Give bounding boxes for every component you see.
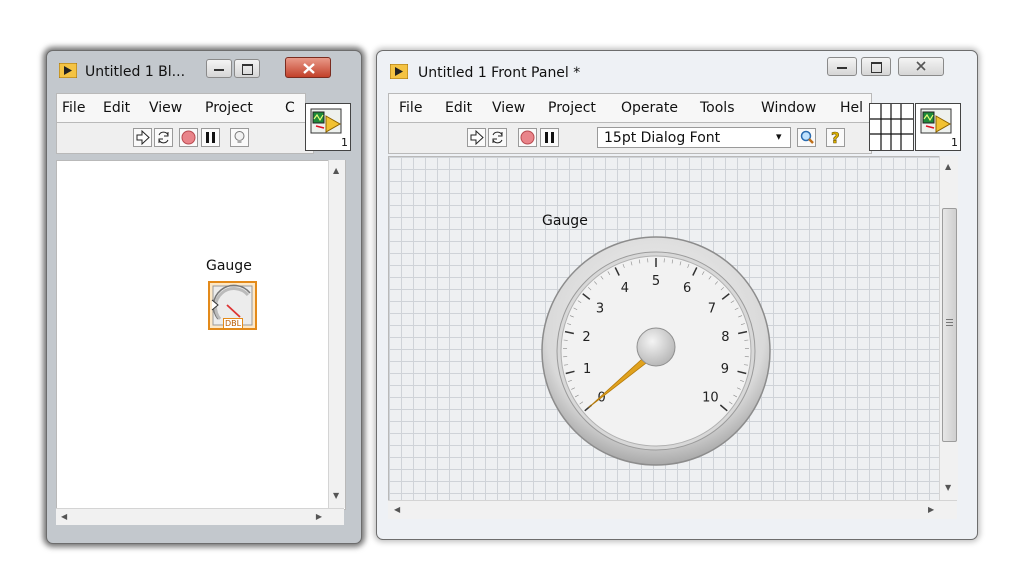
gauge-tick-label: 1 [583, 362, 591, 377]
gauge-tick-label: 10 [702, 391, 719, 406]
search-icon [800, 130, 814, 144]
run-continuously-icon [492, 131, 503, 144]
gauge-control[interactable]: 01234 5 678910 [539, 234, 773, 468]
menu-view[interactable]: View [149, 100, 182, 116]
scroll-left-arrow[interactable]: ◀ [394, 505, 400, 514]
vertical-scrollbar[interactable]: ▲ ▼ [328, 160, 345, 508]
gauge-tick-label: 5 [652, 274, 660, 289]
minimize-button[interactable] [827, 57, 857, 76]
scroll-right-arrow[interactable]: ▶ [928, 505, 934, 514]
connector-pane-grid-icon [870, 104, 913, 150]
run-continuously-button[interactable] [488, 128, 507, 147]
front-panel-window: Untitled 1 Front Panel * File Edit View … [376, 50, 978, 540]
run-arrow-icon [136, 129, 150, 146]
run-continuously-icon [158, 131, 169, 144]
minimize-button[interactable] [206, 59, 232, 78]
menu-edit[interactable]: Edit [445, 100, 472, 116]
scroll-down-arrow[interactable]: ▼ [333, 491, 339, 500]
pause-button[interactable] [540, 128, 559, 147]
font-selector-value: 15pt Dialog Font [604, 130, 721, 146]
highlight-execution-button[interactable] [230, 128, 249, 147]
abort-button[interactable] [179, 128, 198, 147]
close-icon [303, 63, 315, 74]
help-question-icon: ? [831, 129, 840, 148]
connector-pane[interactable]: 1 [305, 103, 351, 151]
vertical-scrollbar[interactable]: ▲ ▼ [939, 156, 958, 500]
gauge-tick-label: 9 [721, 362, 729, 377]
gauge-tick-label: 2 [582, 330, 590, 345]
scroll-up-arrow[interactable]: ▲ [333, 166, 339, 175]
gauge-tick-label: 3 [596, 301, 604, 316]
toolbar: 15pt Dialog Font ▾ ? [388, 123, 872, 154]
close-icon [916, 61, 926, 71]
vertical-scroll-thumb[interactable] [942, 208, 957, 442]
gauge-tick-label: 4 [621, 281, 629, 296]
connector-pane-terminals[interactable] [869, 103, 914, 151]
terminal-label: Gauge [206, 258, 252, 274]
lightbulb-icon [234, 131, 245, 143]
run-continuously-button[interactable] [154, 128, 173, 147]
search-button[interactable] [797, 128, 816, 147]
run-arrow-icon [470, 129, 484, 146]
menu-project[interactable]: Project [548, 100, 596, 116]
labview-run-icon [390, 64, 408, 79]
maximize-button[interactable] [234, 59, 260, 78]
terminal-type-label: DBL [223, 318, 244, 329]
close-button[interactable] [285, 57, 331, 78]
vi-icon-pane[interactable]: 1 [915, 103, 961, 151]
connector-number: 1 [951, 136, 958, 149]
diagram-canvas[interactable]: Gauge DBL [56, 160, 346, 510]
menu-operate[interactable]: Operate [621, 100, 678, 116]
gauge-tick-label: 6 [683, 281, 691, 296]
svg-text:?: ? [831, 129, 840, 146]
scroll-up-arrow[interactable]: ▲ [945, 162, 951, 171]
menu-c[interactable]: C [285, 100, 295, 116]
menu-file[interactable]: File [62, 100, 85, 116]
menu-bar: File Edit View Project Operate Tools Win… [388, 93, 872, 123]
pause-icon [206, 132, 215, 143]
gauge-tick-label: 7 [708, 301, 716, 316]
menu-window[interactable]: Window [761, 100, 816, 116]
run-button[interactable] [467, 128, 486, 147]
pause-button[interactable] [201, 128, 220, 147]
connector-number: 1 [341, 136, 348, 149]
menu-tools[interactable]: Tools [700, 100, 735, 116]
menu-bar: File Edit View Project C [56, 93, 306, 123]
gauge-label: Gauge [542, 213, 588, 229]
block-diagram-window: Untitled 1 Bl... File Edit View Project … [46, 50, 362, 544]
abort-icon [520, 130, 535, 145]
gauge-hub [636, 327, 676, 367]
scroll-right-arrow[interactable]: ▶ [316, 512, 322, 521]
menu-project[interactable]: Project [205, 100, 253, 116]
gauge-terminal[interactable]: DBL [208, 281, 257, 330]
font-dropdown-icon[interactable]: ▾ [776, 130, 782, 143]
horizontal-scrollbar[interactable]: ◀ ▶ [388, 500, 957, 519]
gauge-tick-label: 8 [721, 330, 729, 345]
menu-view[interactable]: View [492, 100, 525, 116]
abort-button[interactable] [518, 128, 537, 147]
close-button[interactable] [898, 57, 944, 76]
menu-help[interactable]: Hel [840, 100, 863, 116]
run-button[interactable] [133, 128, 152, 147]
window-title: Untitled 1 Bl... [85, 64, 186, 80]
toolbar [56, 123, 314, 154]
abort-icon [181, 130, 196, 145]
pause-icon [545, 132, 554, 143]
labview-run-icon [59, 63, 77, 78]
context-help-button[interactable]: ? [826, 128, 845, 147]
window-title: Untitled 1 Front Panel * [418, 65, 581, 81]
menu-file[interactable]: File [399, 100, 422, 116]
scroll-left-arrow[interactable]: ◀ [61, 512, 67, 521]
font-selector[interactable]: 15pt Dialog Font ▾ [597, 127, 791, 148]
panel-canvas[interactable]: Gauge 0 1 2 3 4 5 6 7 8 9 10 [388, 156, 940, 502]
scroll-down-arrow[interactable]: ▼ [945, 483, 951, 492]
menu-edit[interactable]: Edit [103, 100, 130, 116]
horizontal-scrollbar[interactable]: ◀ ▶ [56, 508, 344, 525]
maximize-button[interactable] [861, 57, 891, 76]
